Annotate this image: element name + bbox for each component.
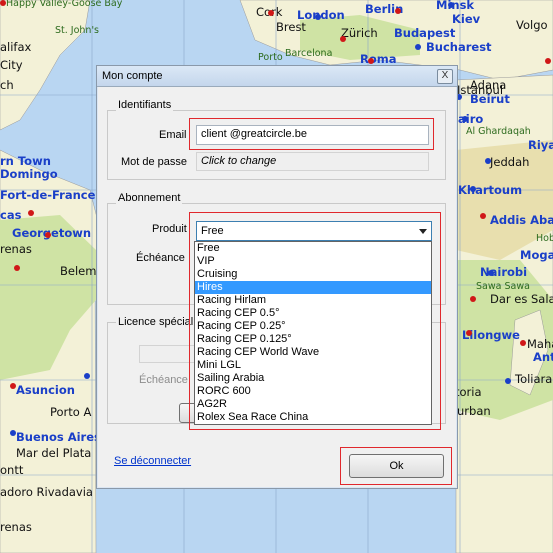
map-label: renas — [0, 520, 32, 534]
city-dot — [28, 210, 34, 216]
disconnect-link[interactable]: Se déconnecter — [114, 455, 191, 467]
close-icon[interactable]: X — [437, 69, 453, 84]
map-label: Toliara — [515, 372, 553, 386]
map-label: renas — [0, 242, 32, 256]
map-label: Addis Aba — [490, 213, 553, 227]
city-dot — [520, 340, 526, 346]
map-label: Happy Valley-Goose Bay — [6, 0, 123, 9]
city-dot — [0, 0, 6, 6]
city-dot — [45, 232, 51, 238]
identifiants-group-title: Identifiants — [116, 99, 174, 111]
map-label: Moga — [520, 248, 553, 262]
map-label: Fort-de-France — [0, 188, 96, 202]
city-dot — [466, 330, 472, 336]
map-label: Zürich — [341, 26, 378, 40]
email-highlight — [189, 118, 434, 150]
city-dot — [462, 116, 468, 122]
map-label: Hob — [536, 233, 553, 244]
map-label: Budapest — [394, 26, 456, 40]
map-label: Riya — [528, 138, 553, 152]
map-label: alifax — [0, 40, 32, 54]
city-dot — [315, 14, 321, 20]
city-dot — [415, 44, 421, 50]
map-label: Porto A — [50, 405, 92, 419]
map-label: Al Ghardaqah — [466, 126, 531, 137]
licence-echeance-label: Échéance — [139, 374, 188, 386]
dialog-title: Mon compte — [102, 70, 163, 82]
city-dot — [395, 8, 401, 14]
city-dot — [488, 270, 494, 276]
map-label: Anta — [533, 350, 553, 364]
map-label: Porto — [258, 52, 283, 63]
city-dot — [268, 10, 274, 16]
city-dot — [505, 378, 511, 384]
map-label: Minsk — [436, 0, 475, 12]
map-label: Sawa Sawa — [476, 281, 530, 292]
city-dot — [470, 186, 476, 192]
ok-highlight — [340, 447, 452, 485]
map-label: Kiev — [452, 12, 481, 26]
city-dot — [14, 265, 20, 271]
password-field[interactable]: Click to change — [196, 152, 429, 171]
map-label: cas — [0, 208, 22, 222]
map-label: Adana — [470, 78, 507, 92]
licence-group-title: Licence spécial — [116, 316, 196, 328]
city-dot — [470, 296, 476, 302]
map-label: Volgo — [516, 18, 548, 32]
map-label: Roma — [360, 52, 397, 66]
map-label: ch — [0, 78, 14, 92]
city-dot — [448, 2, 454, 8]
city-dot — [10, 383, 16, 389]
map-label: Mar del Plata — [16, 446, 92, 460]
map-label: Barcelona — [285, 48, 333, 59]
map-label: Jeddah — [490, 155, 530, 169]
map-label: Dar es Sala — [490, 292, 553, 306]
map-label: Georgetown — [12, 226, 92, 240]
city-dot — [485, 158, 491, 164]
account-dialog: Mon compte X Identifiants Email client @… — [96, 65, 458, 489]
map-label: Belem — [60, 264, 97, 278]
echeance-label: Échéance — [136, 252, 185, 264]
map-label: City — [0, 58, 23, 72]
map-label: Brest — [276, 20, 306, 34]
map-label: Asuncion — [16, 383, 75, 397]
map-label: St. John's — [55, 25, 100, 36]
produit-highlight — [189, 212, 441, 430]
city-dot — [480, 213, 486, 219]
email-label: Email — [159, 129, 187, 141]
map-label: toria — [455, 385, 482, 399]
map-label: Khartoum — [458, 183, 523, 197]
password-label: Mot de passe — [121, 156, 188, 168]
city-dot — [84, 373, 90, 379]
map-label: rn Town — [0, 154, 51, 168]
dialog-titlebar[interactable]: Mon compte X — [97, 66, 457, 87]
produit-label: Produit — [152, 223, 187, 235]
map-label: Beirut — [470, 92, 510, 106]
map-label: Domingo — [0, 167, 58, 181]
map-label: urban — [457, 404, 491, 418]
city-dot — [545, 58, 551, 64]
city-dot — [340, 36, 346, 42]
city-dot — [10, 430, 16, 436]
map-label: Buenos Aires — [16, 430, 101, 444]
map-label: ontt — [0, 463, 24, 477]
abonnement-group-title: Abonnement — [116, 192, 183, 204]
map-label: Bucharest — [426, 40, 492, 54]
city-dot — [368, 58, 374, 64]
map-label: Mahajan — [527, 337, 553, 351]
map-label: adoro Rivadavia — [0, 485, 93, 499]
